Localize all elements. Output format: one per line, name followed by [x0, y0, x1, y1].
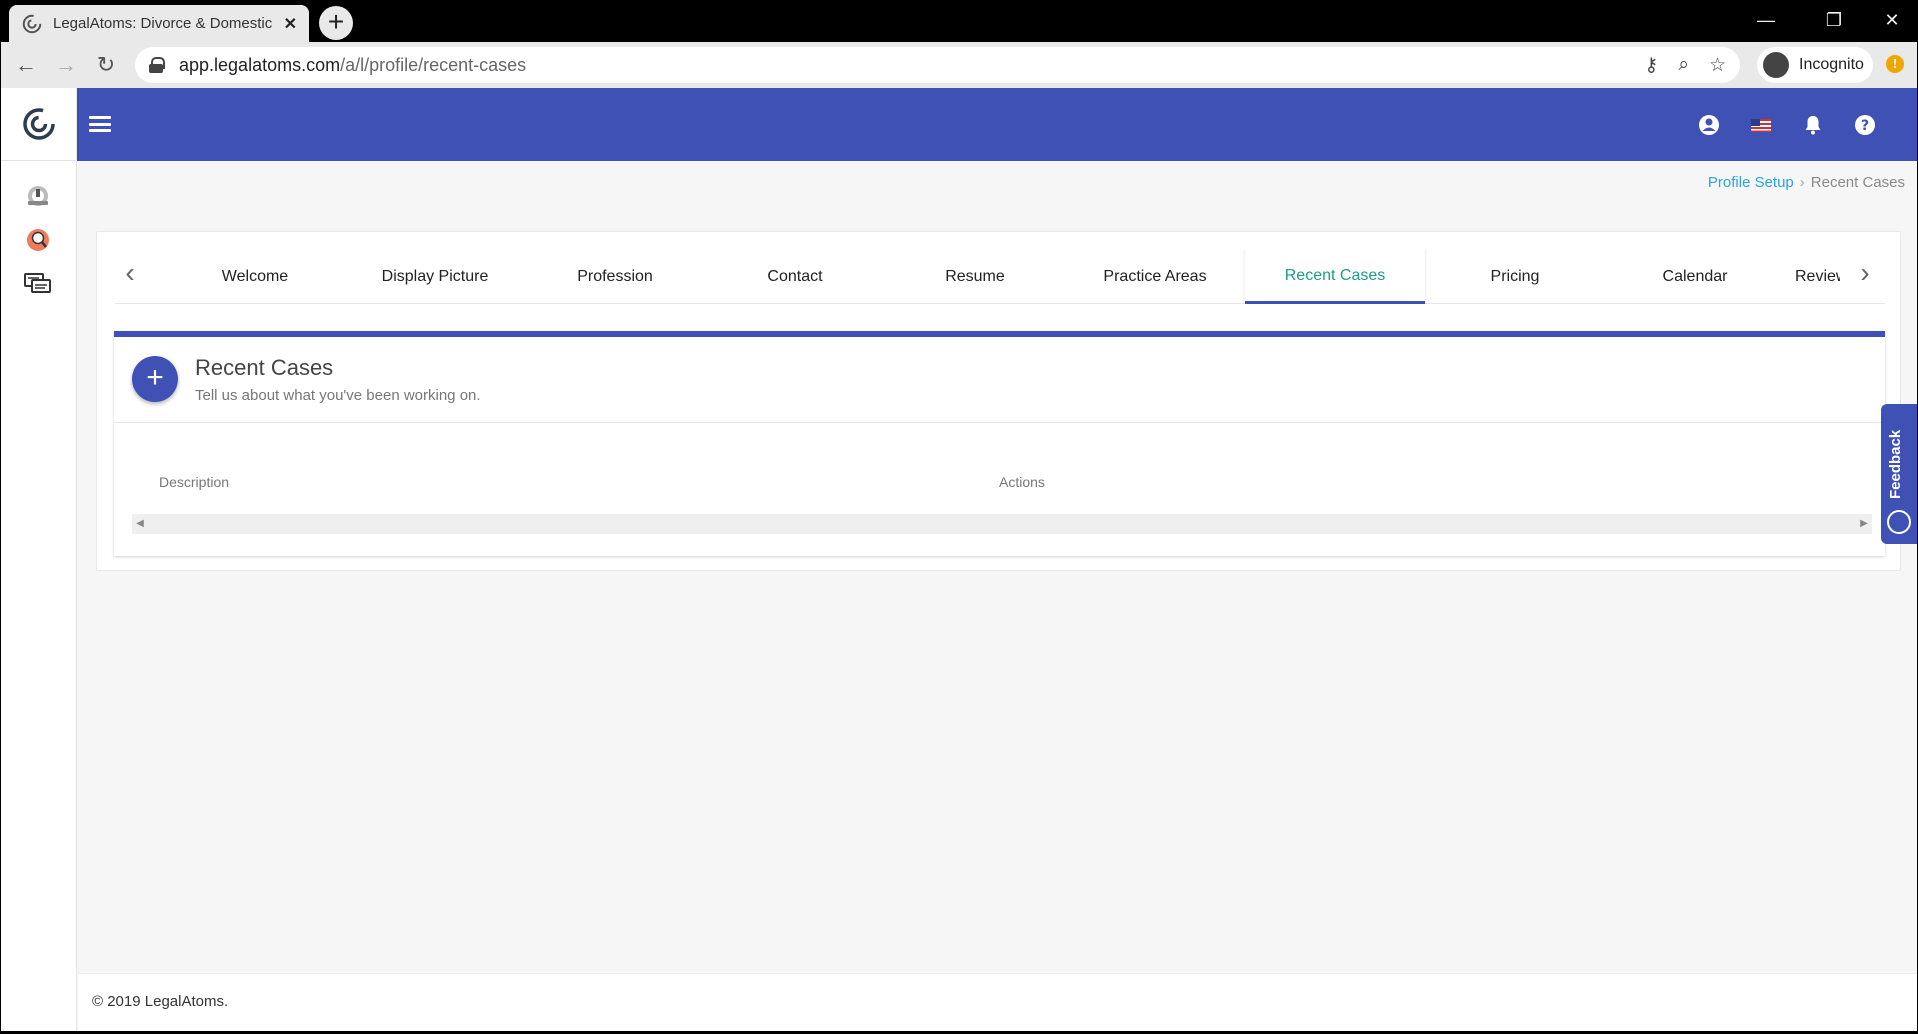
header-actions: ?	[1697, 88, 1877, 161]
tab-profession[interactable]: Profession	[525, 249, 705, 304]
sidebar-item-search-cases-icon[interactable]	[23, 225, 53, 255]
lock-icon	[149, 57, 165, 73]
account-icon[interactable]	[1697, 113, 1721, 137]
sidebar-item-dashboard-icon[interactable]	[23, 181, 53, 211]
incognito-icon	[1763, 52, 1789, 78]
feedback-button[interactable]: Feedback	[1881, 404, 1917, 544]
breadcrumb-current: Recent Cases	[1810, 174, 1905, 191]
address-bar[interactable]: app.legalatoms.com/a/l/profile/recent-ca…	[135, 47, 1740, 83]
app-root: ? Profile Setup › Recent Cases ‹ Welcome D…	[1, 88, 1917, 1031]
scroll-right-arrow-icon[interactable]: ▶	[1856, 514, 1872, 534]
profile-setup-card: ‹ Welcome Display Picture Profession Con…	[96, 231, 1901, 571]
incognito-label: Incognito	[1799, 56, 1864, 73]
tab-practice-areas[interactable]: Practice Areas	[1065, 249, 1245, 304]
scroll-left-arrow-icon[interactable]: ◀	[132, 514, 148, 534]
omnibox-icons: ⚷ ⌕ ☆	[1644, 47, 1726, 83]
copyright-text: © 2019 LegalAtoms.	[92, 993, 229, 1010]
url-text: app.legalatoms.com/a/l/profile/recent-ca…	[179, 54, 527, 75]
tabs-scroll-left-icon[interactable]: ‹	[115, 259, 145, 289]
reload-button[interactable]: ↻	[91, 50, 121, 80]
back-button[interactable]: ←	[11, 50, 41, 80]
breadcrumb-profile-setup-link[interactable]: Profile Setup	[1708, 174, 1794, 191]
sidebar-logo[interactable]	[1, 88, 76, 161]
browser-tab[interactable]: LegalAtoms: Divorce & Domestic ✕	[9, 5, 309, 42]
menu-icon[interactable]	[89, 116, 111, 132]
column-header-actions: Actions	[999, 474, 1045, 490]
legalatoms-favicon-icon	[22, 14, 42, 33]
feedback-label: Feedback	[1887, 429, 1904, 499]
tab-pricing[interactable]: Pricing	[1425, 249, 1605, 304]
svg-text:?: ?	[1861, 118, 1869, 134]
zoom-icon[interactable]: ⌕	[1678, 54, 1689, 76]
add-case-button[interactable]: +	[132, 356, 178, 402]
app-header: ?	[77, 88, 1917, 161]
page-footer: © 2019 LegalAtoms.	[78, 973, 1917, 1031]
profile-tabs-track: Welcome Display Picture Profession Conta…	[165, 249, 1840, 304]
us-flag-language-icon[interactable]	[1749, 113, 1773, 137]
tab-recent-cases[interactable]: Recent Cases	[1245, 249, 1425, 304]
browser-tab-title: LegalAtoms: Divorce & Domestic	[53, 15, 273, 32]
panel-header: + Recent Cases Tell us about what you've…	[114, 337, 1885, 423]
feedback-icon	[1887, 510, 1911, 534]
tab-resume[interactable]: Resume	[885, 249, 1065, 304]
tab-calendar[interactable]: Calendar	[1605, 249, 1785, 304]
breadcrumb: Profile Setup › Recent Cases	[1708, 174, 1905, 191]
notifications-bell-icon[interactable]	[1801, 113, 1825, 137]
key-icon[interactable]: ⚷	[1644, 54, 1658, 77]
tab-reviews[interactable]: Reviews	[1785, 249, 1840, 304]
sidebar-item-messages-icon[interactable]	[23, 269, 53, 299]
incognito-indicator[interactable]: Incognito	[1757, 47, 1873, 83]
tab-welcome[interactable]: Welcome	[165, 249, 345, 304]
tab-contact[interactable]: Contact	[705, 249, 885, 304]
column-header-description: Description	[159, 474, 230, 490]
help-icon[interactable]: ?	[1853, 113, 1877, 137]
minimize-window-icon[interactable]: —	[1741, 5, 1791, 35]
breadcrumb-separator-icon: ›	[1799, 174, 1805, 191]
tabs-scroll-right-icon[interactable]: ›	[1850, 259, 1880, 289]
legalatoms-logo-icon	[22, 108, 55, 140]
profile-tabs: ‹ Welcome Display Picture Profession Con…	[115, 249, 1885, 304]
table-horizontal-scrollbar[interactable]: ◀ ▶	[132, 514, 1872, 534]
recent-cases-panel: + Recent Cases Tell us about what you've…	[114, 331, 1885, 556]
browser-window: LegalAtoms: Divorce & Domestic ✕ + — ❐ ✕…	[1, 1, 1917, 1031]
panel-title: Recent Cases	[195, 355, 334, 380]
browser-toolbar: ← → ↻ app.legalatoms.com/a/l/profile/rec…	[1, 42, 1917, 88]
left-sidebar	[1, 88, 77, 1031]
tab-strip: LegalAtoms: Divorce & Domestic ✕ + — ❐ ✕	[1, 1, 1917, 42]
bookmark-star-icon[interactable]: ☆	[1709, 54, 1726, 77]
tab-display-picture[interactable]: Display Picture	[345, 249, 525, 304]
close-window-icon[interactable]: ✕	[1867, 5, 1917, 35]
new-tab-button[interactable]: +	[319, 6, 353, 40]
panel-subtitle: Tell us about what you've been working o…	[195, 387, 481, 404]
restore-window-icon[interactable]: ❐	[1809, 5, 1859, 35]
browser-menu-update-icon[interactable]: !	[1886, 55, 1904, 73]
close-tab-icon[interactable]: ✕	[284, 14, 297, 34]
forward-button[interactable]: →	[51, 50, 81, 80]
